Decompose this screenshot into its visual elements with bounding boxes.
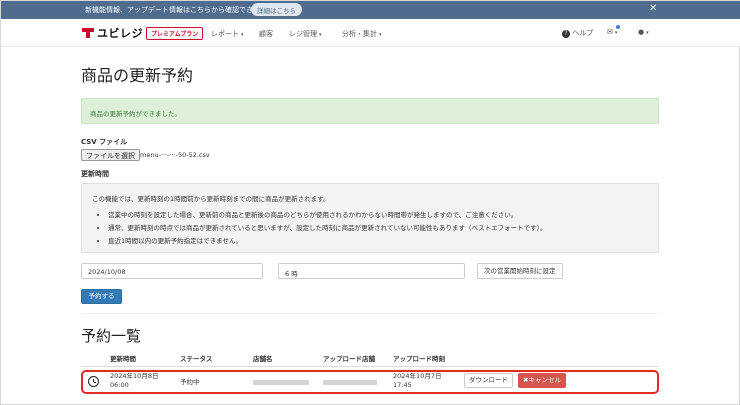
announcement-message: 新機能情報、アップデート情報はこちらから確認できます。 [85, 6, 274, 14]
date-input[interactable]: 2024/10/08 [81, 263, 263, 279]
browser-frame: 新機能情報、アップデート情報はこちらから確認できます。 詳細はこちら ✕ ユビレ… [0, 0, 740, 405]
top-navbar: ユビレジ プレミアムプラン レポート ▾ 顧客 レジ管理 ▾ 分析・集計 ▾ ? ヘル… [1, 19, 740, 47]
column-header: 更新時間 [110, 355, 136, 363]
help-label: ヘルプ [572, 29, 594, 37]
upload-time-cell: 2024年10月7日 17:45 [393, 372, 441, 390]
upload-clock-time: 17:45 [393, 381, 412, 389]
choose-file-button[interactable]: ファイルを選択 [81, 149, 140, 161]
update-clock-time: 06:00 [110, 381, 129, 389]
nav-item-label: 分析・集計 [342, 30, 377, 38]
chevron-down-icon: ⌄ [285, 267, 291, 274]
close-icon[interactable]: ✕ [649, 3, 657, 14]
plan-badge: プレミアムプラン [146, 27, 204, 40]
clock-icon [88, 376, 99, 387]
update-time-label: 更新時間 [81, 170, 109, 178]
divider [81, 313, 659, 314]
info-lead: この機能では、更新時刻の1時間前から更新時刻までの間に商品が更新されます。 [92, 195, 330, 203]
chevron-down-icon: ▾ [379, 32, 382, 38]
notifications-menu[interactable]: ✉ ▾ [607, 28, 617, 36]
info-panel: この機能では、更新時刻の1時間前から更新時刻までの間に商品が更新されます。 営業… [81, 183, 659, 253]
chevron-down-icon: ▾ [614, 30, 618, 36]
notification-dot [616, 25, 620, 29]
column-header: アップロード店舗 [323, 355, 375, 363]
upload-date: 2024年10月7日 [393, 372, 442, 380]
redacted-upload-store [323, 380, 377, 385]
info-list: 営業中の時刻を設定した場合、更新前の商品と更新後の商品のどちらが使用されるかわか… [108, 209, 546, 248]
info-bullet: 直近1時間以内の更新予約指定はできません。 [108, 235, 546, 245]
info-bullet: 営業中の時刻を設定した場合、更新前の商品と更新後の商品のどちらが使用されるかわか… [108, 209, 546, 219]
page-title: 商品の更新予約 [81, 66, 194, 85]
chevron-down-icon: ▾ [319, 32, 322, 38]
logo-mark-icon [82, 28, 94, 38]
announcement-detail-link[interactable]: 詳細はこちら [251, 3, 302, 16]
column-header: アップロード時刻 [393, 355, 445, 363]
logo[interactable]: ユビレジ [82, 26, 143, 40]
mail-icon: ✉ [607, 28, 613, 36]
announcement-bar: 新機能情報、アップデート情報はこちらから確認できます。 詳細はこちら ✕ [1, 1, 740, 19]
nav-item-customers[interactable]: 顧客 [259, 29, 273, 39]
nav-item-label: レポート [211, 30, 239, 38]
hour-select[interactable]: 6 時 ⌄ [278, 263, 465, 279]
status-cell: 予約中 [180, 378, 200, 386]
logo-text: ユビレジ [97, 27, 143, 40]
cancel-button[interactable]: ✖キャンセル [518, 373, 566, 388]
redacted-store-name [253, 380, 309, 385]
selected-file-name: menu-···-···-50-52.csv [140, 151, 210, 159]
help-icon: ? [562, 30, 570, 38]
user-icon: ● [638, 28, 645, 36]
user-menu[interactable]: ● ▾ [638, 28, 649, 36]
nav-item-label: 顧客 [259, 30, 273, 38]
update-time-cell: 2024年10月8日 06:00 [110, 372, 158, 390]
nav-item-report[interactable]: レポート ▾ [211, 29, 244, 39]
column-header: 店舗名 [253, 355, 273, 363]
chevron-down-icon: ▾ [241, 32, 244, 38]
nav-item-register[interactable]: レジ管理 ▾ [289, 29, 322, 39]
info-bullet: 通常、更新時刻の時点では商品が更新されていると思いますが、設定した時刻に商品が更… [108, 222, 546, 232]
success-message: 商品の更新予約ができました。 [90, 110, 181, 118]
table-header-divider [81, 366, 659, 367]
nav-item-analytics[interactable]: 分析・集計 ▾ [342, 29, 382, 39]
csv-file-label: CSV ファイル [81, 138, 128, 146]
set-next-open-time-button[interactable]: 次の営業開始時刻に設定 [477, 263, 563, 279]
chevron-down-icon: ▾ [646, 30, 649, 36]
column-header: ステータス [180, 355, 213, 363]
nav-item-label: レジ管理 [289, 30, 317, 38]
help-link[interactable]: ? ヘルプ [562, 28, 593, 38]
success-alert: 商品の更新予約ができました。 [81, 98, 659, 124]
download-button[interactable]: ダウンロード [464, 373, 513, 388]
update-date: 2024年10月8日 [110, 372, 159, 380]
date-value: 2024/10/08 [88, 268, 126, 276]
reservation-list-title: 予約一覧 [81, 327, 142, 345]
reserve-button[interactable]: 予約する [81, 289, 122, 304]
